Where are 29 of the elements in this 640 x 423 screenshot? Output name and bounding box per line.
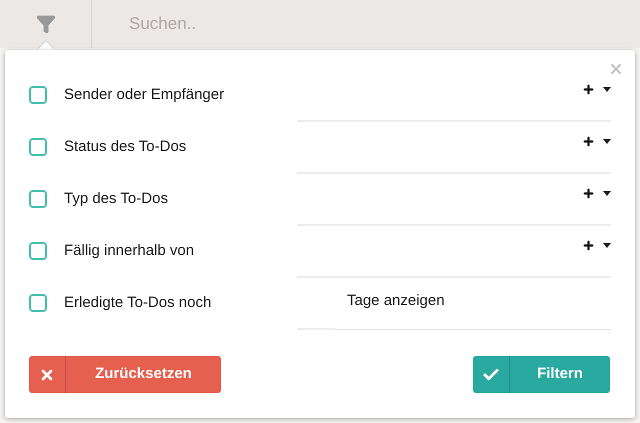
checkbox[interactable] <box>29 86 47 104</box>
filter-label: Erledigte To-Dos noch <box>64 292 212 313</box>
caret-icon[interactable] <box>603 190 611 196</box>
filter-label: Typ des To-Dos <box>64 188 169 209</box>
checkbox[interactable] <box>29 138 47 156</box>
plus-icon[interactable] <box>582 134 595 148</box>
x-icon <box>39 366 55 382</box>
days-suffix: Tage anzeigen <box>335 290 611 330</box>
checkbox[interactable] <box>29 294 47 312</box>
filter-label: Status des To-Dos <box>64 136 188 157</box>
close-icon[interactable] <box>608 61 624 77</box>
caret-icon[interactable] <box>603 86 611 92</box>
checkbox[interactable] <box>29 190 47 208</box>
filter-icon[interactable] <box>36 14 56 34</box>
plus-icon[interactable] <box>582 82 595 96</box>
caret-icon[interactable] <box>603 138 611 144</box>
select-field[interactable] <box>297 238 611 278</box>
plus-icon[interactable] <box>582 186 595 200</box>
filter-label: Sender oder Empfänger <box>64 84 226 105</box>
caret-icon[interactable] <box>603 242 611 248</box>
filter-button[interactable]: Filtern <box>473 356 610 393</box>
checkbox[interactable] <box>29 242 47 260</box>
select-field[interactable] <box>297 186 611 226</box>
reset-button[interactable]: Zurücksetzen <box>29 356 221 393</box>
filter-label: Fällig innerhalb von <box>64 240 196 261</box>
search-input[interactable]: Suchen.. <box>129 9 529 39</box>
plus-icon[interactable] <box>582 238 595 252</box>
select-field[interactable] <box>297 82 611 122</box>
select-field[interactable] <box>297 134 611 174</box>
